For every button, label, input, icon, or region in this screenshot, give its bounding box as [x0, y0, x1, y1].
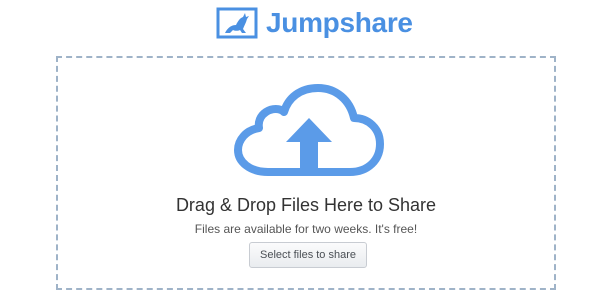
file-dropzone[interactable]: Drag & Drop Files Here to Share Files ar… [56, 56, 556, 290]
cloud-upload-icon [234, 84, 384, 176]
dropzone-headline: Drag & Drop Files Here to Share [175, 195, 437, 215]
kangaroo-logo-icon [216, 7, 258, 39]
upload-page: Jumpshare Drag & Drop Files Here to Shar… [0, 0, 600, 300]
brand-logo[interactable]: Jumpshare [216, 6, 413, 40]
select-files-button[interactable]: Select files to share [249, 242, 367, 268]
dropzone-subline: Files are available for two weeks. It's … [194, 222, 418, 236]
brand-name: Jumpshare [266, 7, 413, 38]
